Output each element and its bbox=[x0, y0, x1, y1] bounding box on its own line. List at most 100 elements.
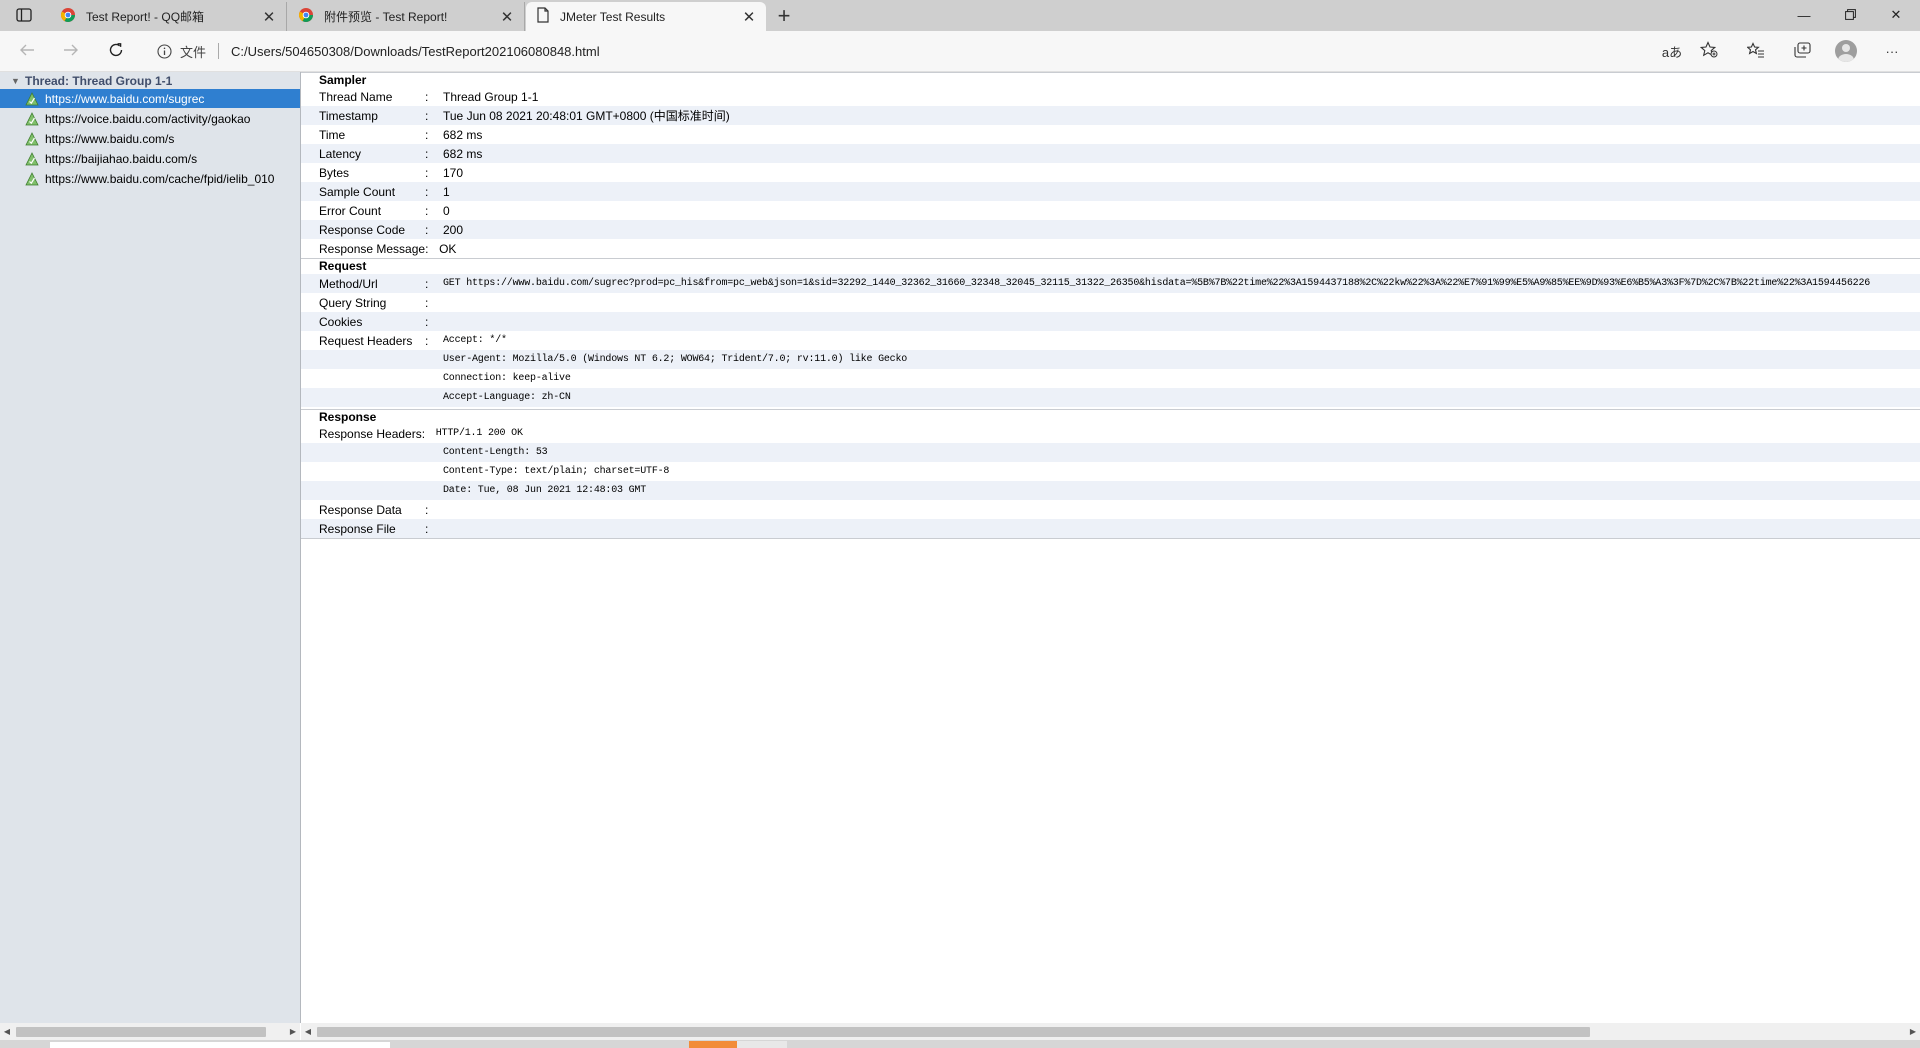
response-section-heading: Response bbox=[301, 409, 1920, 425]
request-header-line: Connection: keep-alive bbox=[443, 373, 571, 384]
taskbar bbox=[0, 1040, 1920, 1048]
detail-row-bytes: Bytes:170 bbox=[319, 165, 464, 180]
close-window-button[interactable]: ✕ bbox=[1873, 0, 1919, 30]
scroll-right-icon[interactable]: ▶ bbox=[1906, 1023, 1920, 1040]
scroll-left-icon[interactable]: ◀ bbox=[301, 1023, 315, 1040]
settings-menu-button[interactable]: ··· bbox=[1876, 37, 1908, 65]
taskbar-app-icon[interactable] bbox=[689, 1041, 737, 1048]
tree-item-label: https://www.baidu.com/sugrec bbox=[45, 91, 205, 106]
detail-row-response-headers: Response Headers: HTTP/1.1 200 OK bbox=[319, 426, 523, 441]
forward-button[interactable] bbox=[56, 37, 86, 65]
tree-item-baijiahao[interactable]: https://baijiahao.baidu.com/s bbox=[0, 149, 300, 168]
success-triangle-icon bbox=[25, 151, 39, 165]
favorites-icon bbox=[1746, 41, 1765, 61]
response-header-line: Content-Length: 53 bbox=[301, 443, 1920, 462]
tree-item-sugrec[interactable]: https://www.baidu.com/sugrec bbox=[0, 89, 300, 108]
taskbar-search[interactable] bbox=[50, 1042, 390, 1048]
tree-item-baidu-s[interactable]: https://www.baidu.com/s bbox=[0, 129, 300, 148]
response-header-line: Date: Tue, 08 Jun 2021 12:48:03 GMT bbox=[301, 481, 1920, 500]
add-favorite-button[interactable] bbox=[1693, 37, 1725, 65]
collapse-triangle-icon[interactable]: ▼ bbox=[11, 76, 21, 86]
detail-row-response-code: Response Code:200 bbox=[301, 220, 1920, 239]
detail-row-error-count: Error Count:0 bbox=[319, 203, 450, 218]
tree-horizontal-scrollbar[interactable]: ◀ ▶ bbox=[0, 1023, 300, 1040]
close-tab-icon[interactable]: ✕ bbox=[260, 8, 278, 26]
read-aloud-button[interactable]: aあ bbox=[1656, 37, 1688, 65]
tree-root-thread[interactable]: ▼ Thread: Thread Group 1-1 bbox=[0, 72, 300, 89]
detail-row-sample-count: Sample Count:1 bbox=[301, 182, 1920, 201]
reload-icon bbox=[108, 42, 124, 61]
reload-button[interactable] bbox=[101, 37, 131, 65]
tab-jmeter-results[interactable]: JMeter Test Results ✕ bbox=[526, 2, 766, 31]
tab-actions-icon bbox=[16, 7, 32, 25]
tree-item-label: https://www.baidu.com/cache/fpid/ielib_0… bbox=[45, 171, 275, 186]
collections-icon bbox=[1793, 41, 1811, 61]
arrow-right-icon bbox=[63, 43, 79, 60]
close-tab-icon[interactable]: ✕ bbox=[740, 8, 758, 26]
profile-button[interactable] bbox=[1830, 37, 1862, 65]
close-icon: ✕ bbox=[1890, 7, 1902, 22]
more-icon: ··· bbox=[1885, 43, 1899, 59]
tree-item-label: https://baijiahao.baidu.com/s bbox=[45, 151, 198, 166]
browser-tab-strip: Test Report! - QQ邮箱 ✕ 附件预览 - Test Report… bbox=[0, 0, 1920, 31]
url-text[interactable]: C:/Users/504650308/Downloads/TestReport2… bbox=[231, 44, 600, 59]
plus-icon: + bbox=[777, 3, 791, 28]
detail-row-request-headers: Request Headers: Accept: */* bbox=[319, 333, 507, 348]
detail-row-timestamp: Timestamp: Tue Jun 08 2021 20:48:01 GMT+0… bbox=[301, 106, 1920, 125]
read-aloud-icon: aあ bbox=[1661, 44, 1683, 60]
detail-horizontal-scrollbar[interactable]: ◀ ▶ bbox=[301, 1023, 1920, 1040]
tree-item-label: https://voice.baidu.com/activity/gaokao bbox=[45, 111, 251, 126]
tab-title: JMeter Test Results bbox=[560, 9, 666, 24]
sample-tree: ▼ Thread: Thread Group 1-1 https://www.b… bbox=[0, 72, 301, 1023]
chrome-icon bbox=[298, 7, 314, 26]
sampler-section-heading: Sampler bbox=[301, 72, 1920, 88]
detail-row-method-url: Method/Url: GET https://www.baidu.com/sug… bbox=[301, 274, 1920, 293]
scheme-label: 文件 bbox=[180, 44, 207, 60]
restore-button[interactable] bbox=[1827, 0, 1873, 30]
back-button[interactable] bbox=[12, 37, 42, 65]
star-add-icon bbox=[1699, 41, 1718, 61]
taskbar-app-icon[interactable] bbox=[737, 1041, 787, 1048]
minimize-icon: — bbox=[1797, 7, 1811, 23]
detail-row-latency: Latency:682 ms bbox=[301, 144, 1920, 163]
section-end-divider bbox=[301, 538, 1920, 539]
tab-title: 附件预览 - Test Report! bbox=[324, 10, 448, 24]
detail-row-response-message: Response Message: OK bbox=[319, 241, 457, 256]
tree-item-cache-fpid[interactable]: https://www.baidu.com/cache/fpid/ielib_0… bbox=[0, 169, 300, 188]
success-triangle-icon bbox=[25, 91, 39, 105]
tree-item-voice-gaokao[interactable]: https://voice.baidu.com/activity/gaokao bbox=[0, 109, 300, 128]
browser-toolbar: 文件 C:/Users/504650308/Downloads/TestRepo… bbox=[0, 31, 1920, 72]
restore-icon bbox=[1844, 8, 1856, 23]
detail-row-response-data: Response Data: bbox=[319, 502, 429, 517]
detail-row-thread-name: Thread Name: Thread Group 1-1 bbox=[319, 89, 539, 104]
scroll-right-icon[interactable]: ▶ bbox=[286, 1023, 300, 1040]
address-divider bbox=[218, 43, 220, 59]
avatar bbox=[1835, 40, 1857, 62]
close-tab-icon[interactable]: ✕ bbox=[498, 8, 516, 26]
scroll-left-icon[interactable]: ◀ bbox=[0, 1023, 14, 1040]
arrow-left-icon bbox=[19, 43, 35, 60]
request-header-line: User-Agent: Mozilla/5.0 (Windows NT 6.2;… bbox=[301, 350, 1920, 369]
request-header-line: Accept-Language: zh-CN bbox=[301, 388, 1920, 407]
tab-title: Test Report! - QQ邮箱 bbox=[86, 10, 205, 24]
detail-row-query-string: Query String: bbox=[319, 295, 429, 310]
success-triangle-icon bbox=[25, 131, 39, 145]
request-section-heading: Request bbox=[301, 258, 1920, 274]
minimize-button[interactable]: — bbox=[1781, 0, 1827, 30]
tab-attachment-preview[interactable]: 附件预览 - Test Report! ✕ bbox=[288, 2, 525, 31]
info-icon[interactable] bbox=[154, 43, 174, 59]
new-tab-button[interactable]: + bbox=[772, 3, 796, 28]
response-header-line: Content-Type: text/plain; charset=UTF-8 bbox=[443, 466, 670, 477]
tab-qq-mail[interactable]: Test Report! - QQ邮箱 ✕ bbox=[50, 2, 287, 31]
favorites-button[interactable] bbox=[1740, 37, 1772, 65]
success-triangle-icon bbox=[25, 171, 39, 185]
collections-button[interactable] bbox=[1786, 37, 1818, 65]
scrollbar-thumb[interactable] bbox=[317, 1027, 1590, 1037]
scrollbar-thumb[interactable] bbox=[16, 1027, 266, 1037]
address-bar[interactable]: 文件 C:/Users/504650308/Downloads/TestRepo… bbox=[144, 36, 1664, 66]
tab-actions-button[interactable] bbox=[9, 3, 39, 29]
document-icon bbox=[536, 7, 550, 26]
detail-row-time: Time:682 ms bbox=[319, 127, 483, 142]
detail-row-response-file: Response File: bbox=[301, 519, 1920, 538]
chrome-icon bbox=[60, 7, 76, 26]
